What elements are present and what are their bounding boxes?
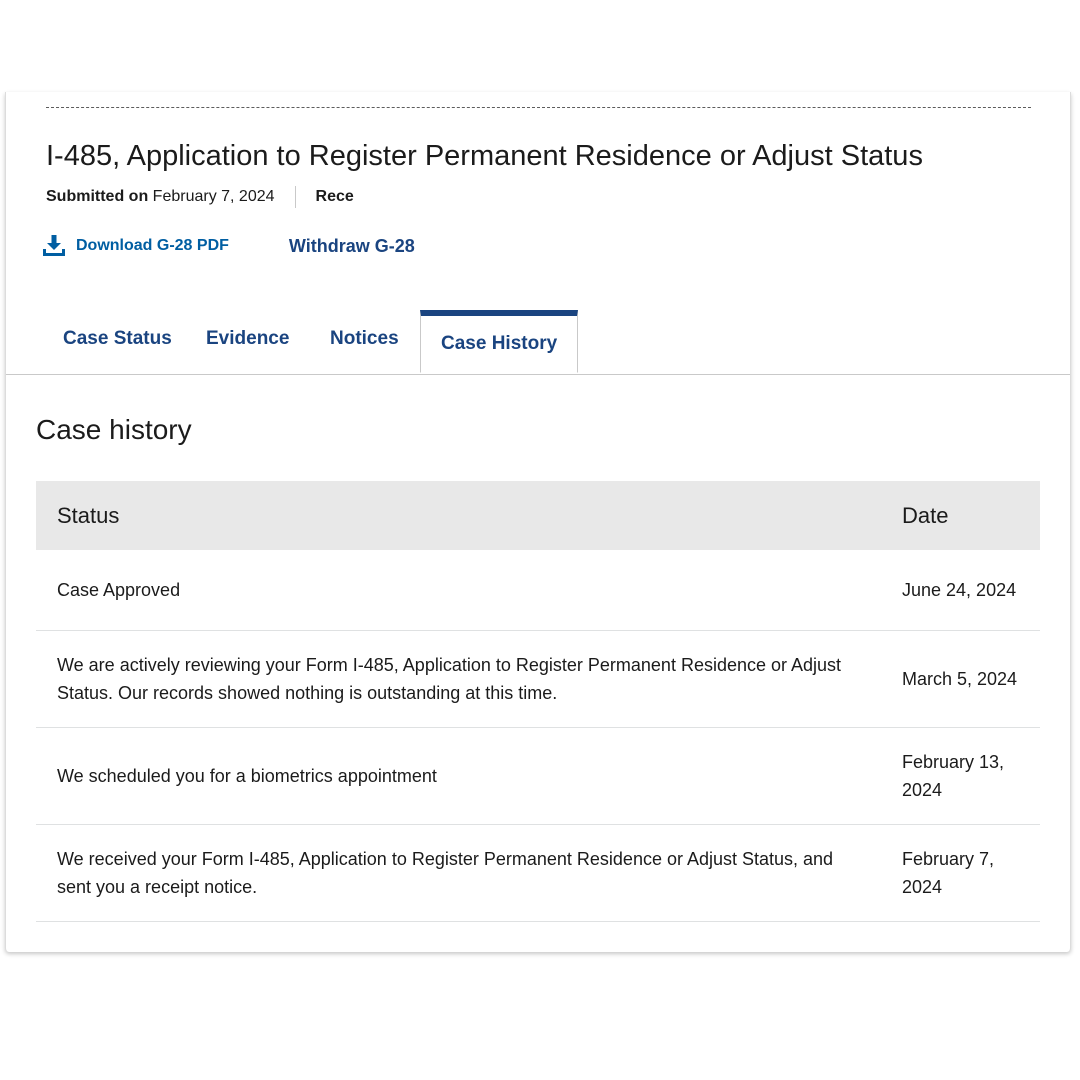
table-row: We scheduled you for a biometrics appoin… <box>36 727 1040 825</box>
tab-evidence[interactable]: Evidence <box>206 328 289 350</box>
date-column-header: Date <box>881 481 1040 550</box>
status-cell: Case Approved <box>36 550 881 631</box>
tab-case-status[interactable]: Case Status <box>63 328 172 350</box>
date-cell: February 7, 2024 <box>881 824 1040 922</box>
case-history-heading: Case history <box>36 414 192 445</box>
date-cell: February 13, 2024 <box>881 727 1040 825</box>
status-column-header: Status <box>36 481 881 550</box>
submitted-label: Submitted on <box>46 188 149 205</box>
download-label: Download G-28 PDF <box>76 237 229 254</box>
case-tabs: Case Status Evidence Notices Case Histor… <box>6 310 1070 375</box>
table-row: We are actively reviewing your Form I-48… <box>36 630 1040 728</box>
form-title: I-485, Application to Register Permanent… <box>46 140 923 172</box>
withdraw-g28-link[interactable]: Withdraw G-28 <box>289 236 415 257</box>
date-cell: June 24, 2024 <box>881 550 1040 631</box>
download-icon <box>43 235 65 256</box>
receipt-label: Rece <box>315 188 354 205</box>
case-history-table: Status Date Case Approved June 24, 2024 … <box>36 481 1040 922</box>
case-card: I-485, Application to Register Permanent… <box>5 92 1071 952</box>
status-cell: We are actively reviewing your Form I-48… <box>36 630 881 728</box>
table-row: Case Approved June 24, 2024 <box>36 550 1040 631</box>
meta-divider <box>294 186 296 208</box>
dashed-divider <box>46 107 1031 108</box>
submitted-date: February 7, 2024 <box>152 188 275 205</box>
case-actions: Download G-28 PDF Withdraw G-28 <box>42 234 415 258</box>
table-header-row: Status Date <box>36 481 1040 550</box>
case-meta: Submitted on February 7, 2024 Rece <box>46 186 354 208</box>
table-row: We received your Form I-485, Application… <box>36 824 1040 922</box>
status-cell: We received your Form I-485, Application… <box>36 824 881 922</box>
tab-notices[interactable]: Notices <box>330 328 399 350</box>
status-cell: We scheduled you for a biometrics appoin… <box>36 727 881 825</box>
tab-case-history[interactable]: Case History <box>420 310 579 373</box>
download-g28-link[interactable]: Download G-28 PDF <box>42 234 229 258</box>
date-cell: March 5, 2024 <box>881 630 1040 728</box>
